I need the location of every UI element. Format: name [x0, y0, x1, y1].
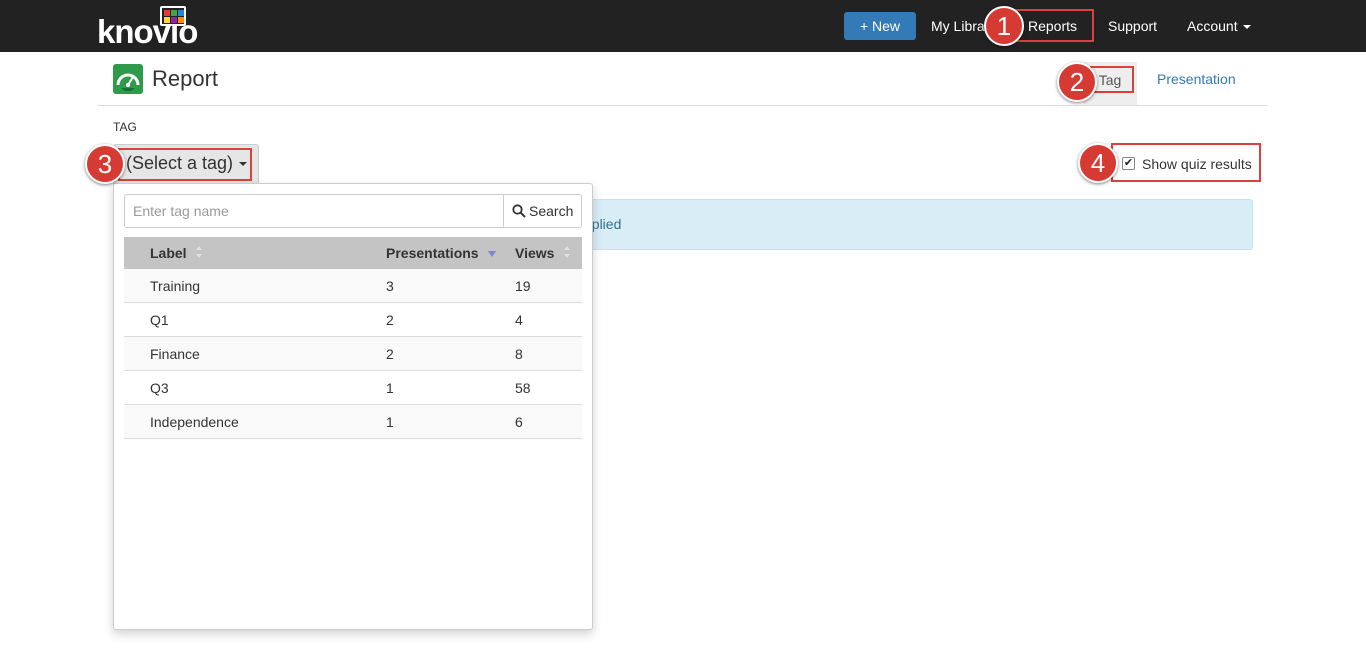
search-button[interactable]: Search — [503, 194, 582, 228]
cell-label: Finance — [150, 346, 200, 362]
column-views-text: Views — [515, 245, 555, 261]
chevron-down-icon — [1242, 25, 1251, 30]
new-button[interactable]: + New — [844, 12, 916, 40]
knovio-logo[interactable]: knovio — [97, 6, 207, 50]
logo-screen-icon — [160, 6, 186, 26]
column-label-text: Label — [150, 245, 187, 261]
cell-presentations: 2 — [386, 312, 394, 328]
table-row[interactable]: Independence 1 6 — [124, 405, 582, 439]
cell-label: Q1 — [150, 312, 169, 328]
search-icon — [512, 204, 526, 218]
table-row[interactable]: Training 3 19 — [124, 269, 582, 303]
cell-views: 6 — [515, 414, 523, 430]
cell-presentations: 1 — [386, 380, 394, 396]
cell-label: Q3 — [150, 380, 169, 396]
table-row[interactable]: Finance 2 8 — [124, 337, 582, 371]
cell-views: 19 — [515, 278, 531, 294]
highlight-tag-select — [118, 148, 252, 181]
page-title: Report — [152, 66, 219, 91]
top-navbar: knovio + New My Libra Reports Support Ac… — [0, 0, 1366, 52]
nav-account-label: Account — [1187, 18, 1238, 34]
column-presentations-text: Presentations — [386, 245, 479, 261]
column-header-presentations[interactable]: Presentations — [386, 245, 497, 261]
sort-descending-icon — [488, 251, 497, 257]
cell-presentations: 2 — [386, 346, 394, 362]
cell-presentations: 1 — [386, 414, 394, 430]
highlight-quiz-results — [1111, 143, 1261, 182]
cell-views: 58 — [515, 380, 531, 396]
report-speedometer-icon — [113, 64, 143, 94]
column-header-views[interactable]: Views — [515, 245, 571, 261]
table-row[interactable]: Q1 2 4 — [124, 303, 582, 337]
column-header-label[interactable]: Label — [150, 245, 203, 261]
sort-icon — [196, 246, 203, 258]
annotation-badge: 2 — [1057, 62, 1097, 102]
search-button-label: Search — [529, 203, 574, 219]
cell-label: Independence — [150, 414, 239, 430]
info-alert — [560, 199, 1253, 250]
tag-search-input[interactable]: Enter tag name — [124, 194, 504, 228]
header-divider — [98, 105, 1268, 106]
nav-my-library[interactable]: My Libra — [931, 17, 985, 35]
cell-views: 4 — [515, 312, 523, 328]
annotation-badge: 3 — [85, 144, 125, 184]
cell-label: Training — [150, 278, 201, 294]
cell-views: 8 — [515, 346, 523, 362]
tab-presentation[interactable]: Presentation — [1157, 71, 1236, 87]
highlight-reports — [1013, 9, 1094, 42]
nav-account[interactable]: Account — [1187, 17, 1251, 35]
sort-icon — [564, 246, 571, 258]
annotation-badge: 4 — [1078, 143, 1118, 183]
annotation-badge: 1 — [984, 6, 1024, 46]
tag-section-label: TAG — [113, 120, 137, 134]
tag-table-header: Label Presentations Views — [124, 237, 582, 269]
nav-support[interactable]: Support — [1108, 17, 1157, 35]
table-row[interactable]: Q3 1 58 — [124, 371, 582, 405]
cell-presentations: 3 — [386, 278, 394, 294]
